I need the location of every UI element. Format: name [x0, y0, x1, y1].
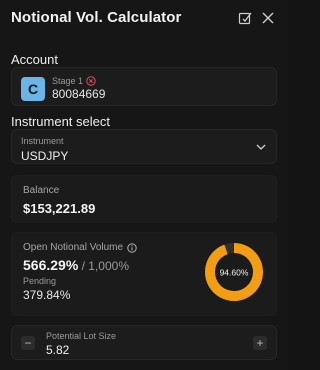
notional-limit: / 1,000%	[78, 259, 129, 273]
pending-label: Pending	[23, 276, 57, 286]
instrument-field-label: Instrument	[21, 136, 64, 146]
account-number: 80084669	[52, 87, 106, 101]
chevron-down-icon[interactable]	[255, 142, 267, 152]
donut-label: 94.60%	[220, 268, 249, 278]
account-avatar: C	[21, 77, 45, 101]
lot-size-label: Potential Lot Size	[46, 331, 117, 341]
panel-title: Notional Vol. Calculator	[11, 9, 182, 26]
notional-percent-row: 566.29% / 1,000%	[23, 257, 129, 273]
edit-square-icon[interactable]	[237, 10, 253, 26]
notional-label: Open Notional Volume	[23, 242, 137, 253]
pending-value: 379.84%	[23, 288, 71, 302]
info-icon[interactable]	[127, 242, 137, 253]
instrument-value: USDJPY	[21, 149, 69, 163]
notional-volume-card: Open Notional Volume 566.29% / 1,000% Pe…	[11, 232, 277, 316]
notional-label-text: Open Notional Volume	[23, 242, 124, 253]
notional-percent: 566.29%	[23, 257, 79, 273]
account-section-label: Account	[11, 52, 58, 67]
usage-donut-chart: 94.60%	[205, 243, 263, 301]
lot-size-stepper: − Potential Lot Size 5.82 +	[11, 325, 277, 360]
increment-button[interactable]: +	[253, 336, 267, 350]
close-icon[interactable]	[260, 10, 276, 26]
balance-label: Balance	[23, 185, 60, 196]
balance-value: $153,221.89	[23, 201, 96, 216]
decrement-button[interactable]: −	[21, 336, 35, 350]
account-card[interactable]: C Stage 1 80084669	[11, 67, 277, 106]
error-x-icon	[86, 76, 96, 86]
account-stage: Stage 1	[52, 76, 96, 86]
instrument-section-label: Instrument select	[11, 114, 110, 129]
lot-size-value[interactable]: 5.82	[46, 343, 69, 357]
calculator-panel: Notional Vol. Calculator Account C Stage…	[0, 0, 288, 370]
instrument-select[interactable]: Instrument USDJPY	[11, 129, 277, 164]
header: Notional Vol. Calculator	[11, 9, 276, 29]
balance-card: Balance $153,221.89	[11, 175, 277, 223]
account-stage-label: Stage 1	[52, 76, 84, 86]
